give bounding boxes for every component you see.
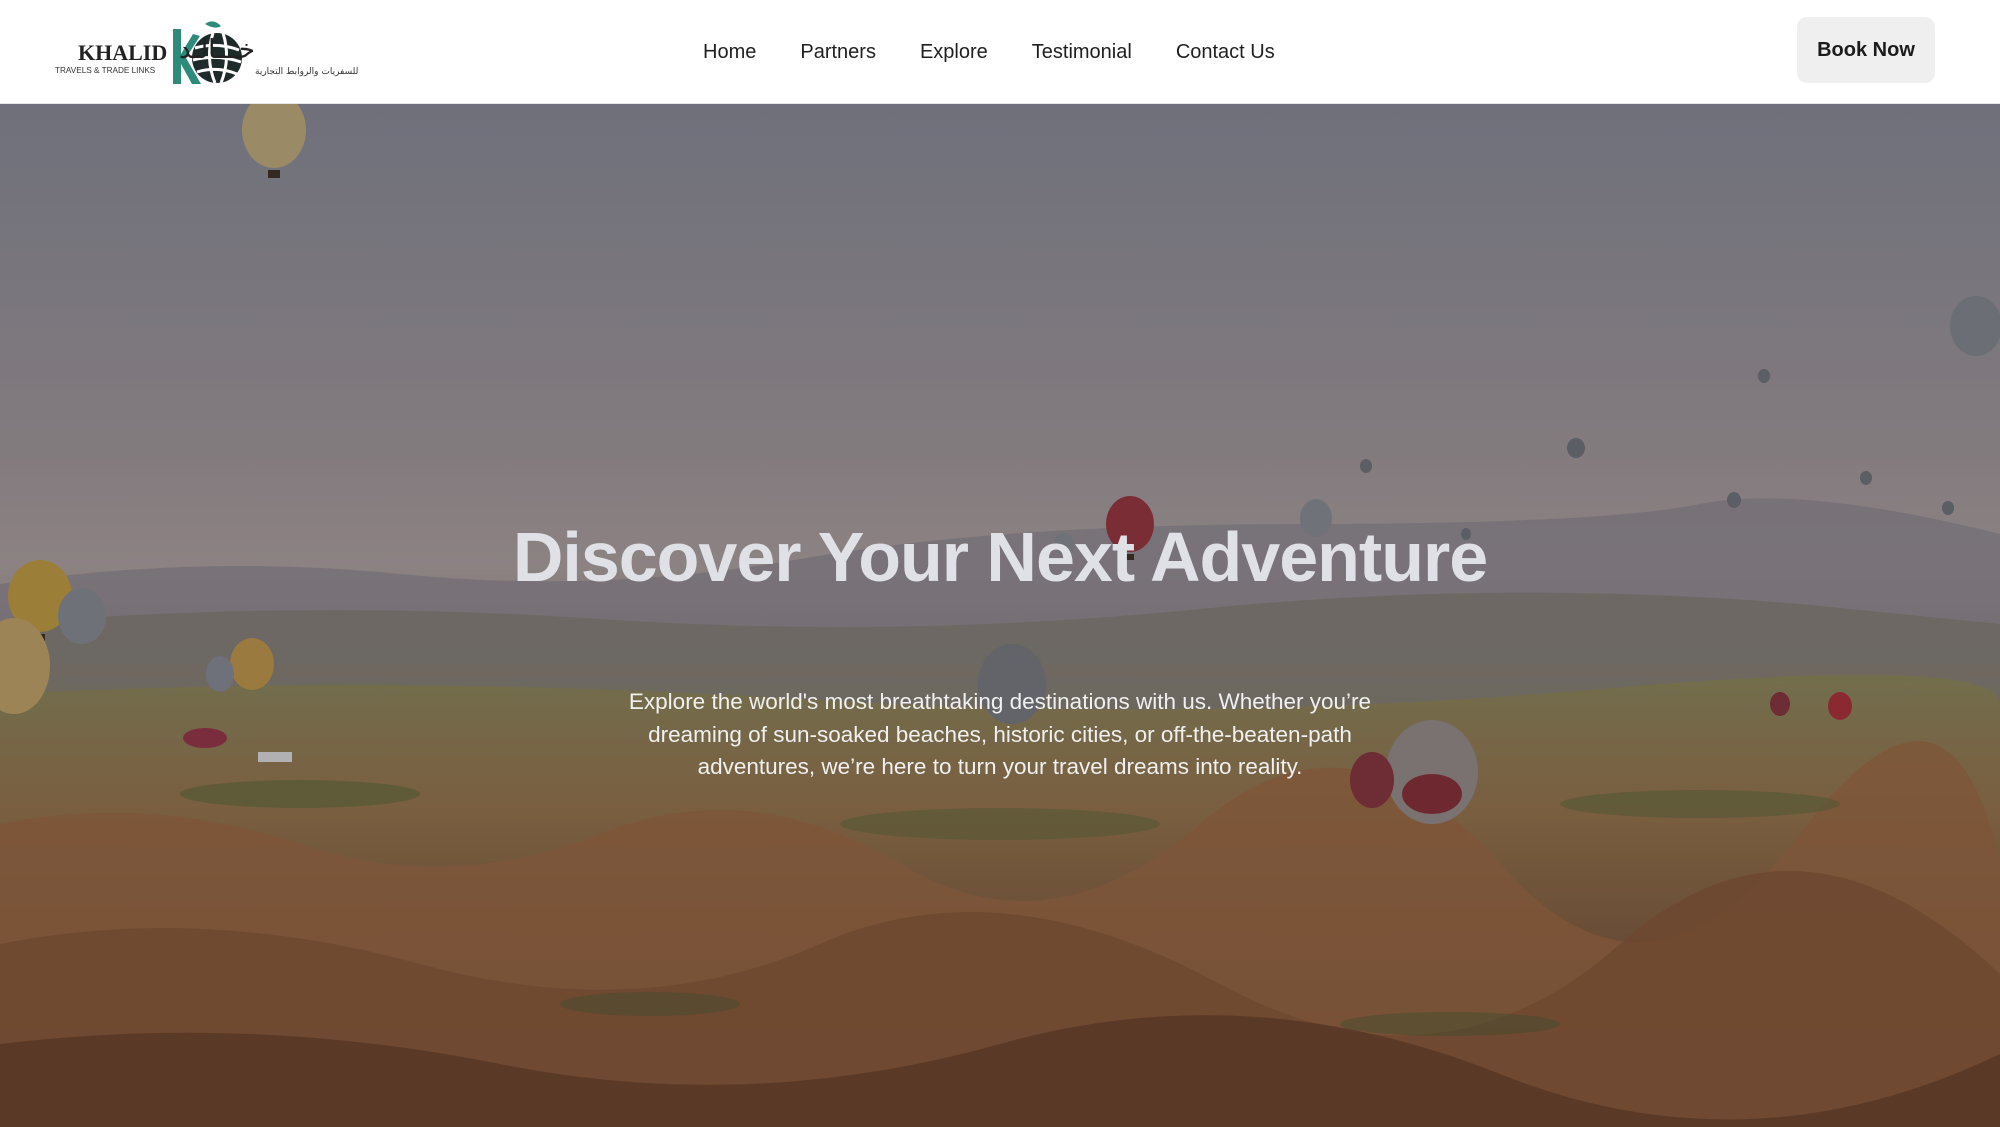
hero-section: Discover Your Next Adventure Explore the… bbox=[0, 104, 2000, 1127]
brand-tagline-en: TRAVELS & TRADE LINKS bbox=[55, 66, 156, 75]
brand-name-en: KHALID bbox=[78, 40, 167, 65]
book-now-button[interactable]: Book Now bbox=[1797, 17, 1935, 83]
nav-partners[interactable]: Partners bbox=[800, 41, 876, 64]
navbar: KHALID TRAVELS & TRADE LINKS خـــالـد لل… bbox=[0, 0, 2000, 104]
hero-title: Discover Your Next Adventure bbox=[512, 518, 1488, 596]
nav-contact-us[interactable]: Contact Us bbox=[1176, 41, 1275, 64]
brand-tagline-ar: للسفريات والروابط التجارية bbox=[255, 67, 358, 77]
hero-overlay bbox=[0, 104, 2000, 1127]
nav-home[interactable]: Home bbox=[703, 41, 756, 64]
hero-subtitle: Explore the world's most breathtaking de… bbox=[628, 689, 1372, 779]
nav-testimonial[interactable]: Testimonial bbox=[1032, 41, 1132, 64]
nav-explore[interactable]: Explore bbox=[920, 41, 988, 64]
brand-name-ar: خـــالـد bbox=[179, 35, 255, 65]
globe-k-logo-icon: KHALID TRAVELS & TRADE LINKS خـــالـد لل… bbox=[55, 21, 358, 84]
main-nav: Home Partners Explore Testimonial Contac… bbox=[703, 0, 1275, 104]
brand-logo[interactable]: KHALID TRAVELS & TRADE LINKS خـــالـد لل… bbox=[55, 16, 385, 88]
